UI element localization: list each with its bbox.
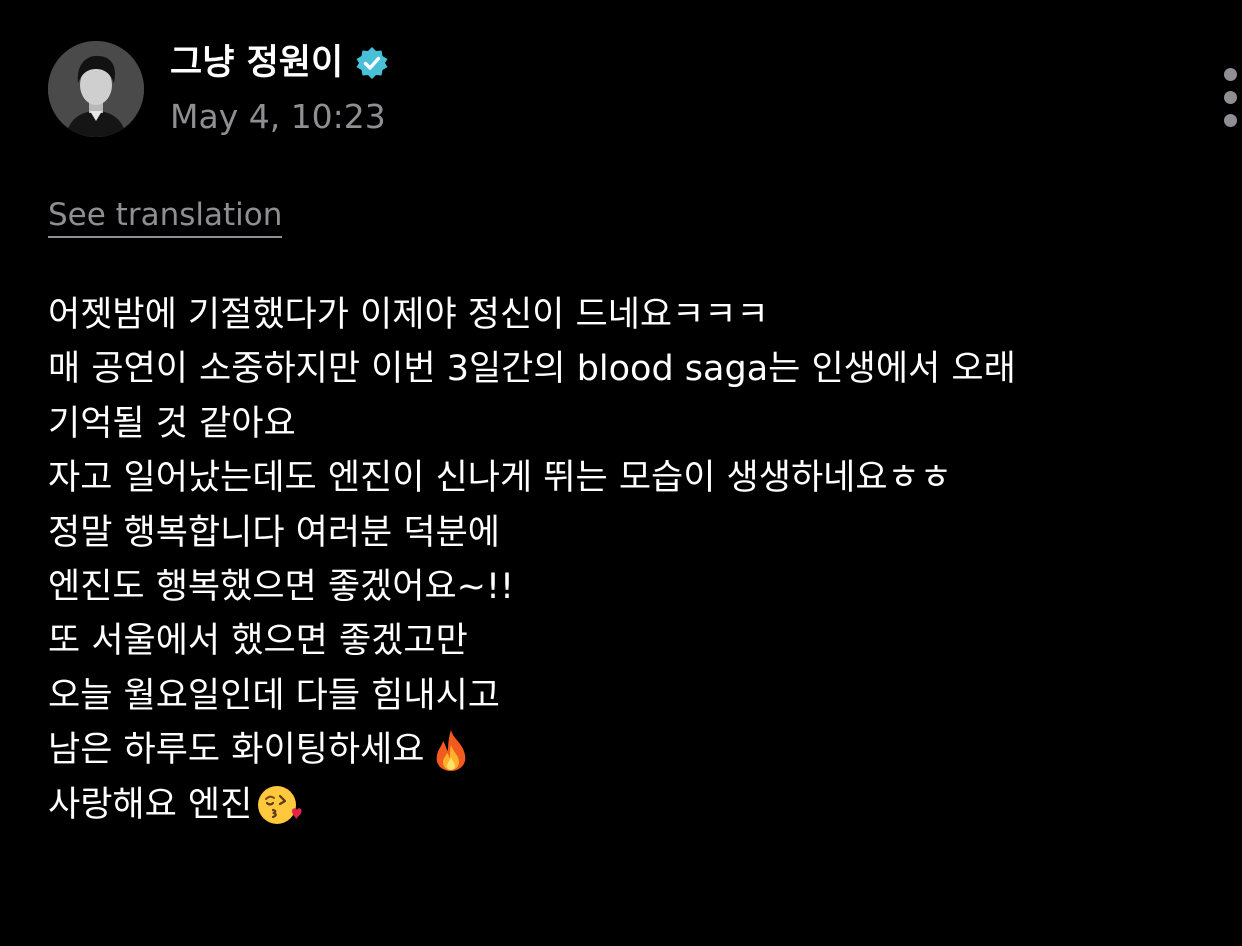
post-text: 사랑해요 엔진: [48, 784, 253, 825]
fire-emoji-icon: [428, 727, 474, 773]
post-text-line: 오늘 월요일인데 다들 힘내시고: [48, 669, 1228, 723]
author-name-text: 그냥 정원이: [170, 43, 344, 83]
post-text: 또 서울에서 했으면 좋겠고만: [48, 621, 468, 662]
avatar-photo: [48, 41, 144, 137]
post-text: 어젯밤에 기절했다가 이제야 정신이 드네요ㅋㅋㅋ: [48, 295, 769, 335]
post-text-line: 정말 행복합니다 여러분 덕분에: [48, 506, 1228, 560]
more-vertical-icon-dot: [1224, 91, 1237, 104]
face-blowing-kiss-emoji-icon: [256, 782, 302, 828]
post-text: 남은 하루도 화이팅하세요: [48, 730, 425, 771]
verified-badge-icon: [355, 46, 389, 80]
post-text-line: 또 서울에서 했으면 좋겠고만: [48, 614, 1228, 668]
avatar[interactable]: [48, 41, 144, 137]
see-translation-link[interactable]: See translation: [48, 196, 283, 238]
post-body: 어젯밤에 기절했다가 이제야 정신이 드네요ㅋㅋㅋ 매 공연이 소중하지만 이번…: [48, 288, 1228, 832]
post-text: 기억될 것 같아요: [48, 403, 296, 444]
post-text-line: 자고 일어났는데도 엔진이 신나게 뛰는 모습이 생생하네요ㅎㅎ: [48, 451, 1228, 505]
more-options-button[interactable]: [1218, 68, 1242, 128]
post-text: 정말 행복합니다 여러분 덕분에: [48, 512, 500, 553]
post-timestamp: May 4, 10:23: [170, 97, 386, 136]
post-text: 매 공연이 소중하지만 이번 3일간의 blood saga는 인생에서 오래: [48, 349, 1016, 390]
more-vertical-icon-dot: [1224, 114, 1237, 127]
post-text: 오늘 월요일인데 다들 힘내시고: [48, 675, 500, 716]
post-text: 엔진도 행복했으면 좋겠어요~!!: [48, 566, 515, 607]
post-text-line: 사랑해요 엔진: [48, 778, 1228, 832]
more-vertical-icon: [1224, 68, 1237, 81]
author-name[interactable]: 그냥 정원이: [170, 40, 389, 86]
post-text-line: 어젯밤에 기절했다가 이제야 정신이 드네요ㅋㅋㅋ: [48, 288, 1228, 342]
post-text-line: 매 공연이 소중하지만 이번 3일간의 blood saga는 인생에서 오래: [48, 342, 1228, 396]
post-text-line: 엔진도 행복했으면 좋겠어요~!!: [48, 560, 1228, 614]
post-text-line: 남은 하루도 화이팅하세요: [48, 723, 1228, 777]
post-text-line: 기억될 것 같아요: [48, 397, 1228, 451]
post-text: 자고 일어났는데도 엔진이 신나게 뛰는 모습이 생생하네요ㅎㅎ: [48, 458, 952, 499]
